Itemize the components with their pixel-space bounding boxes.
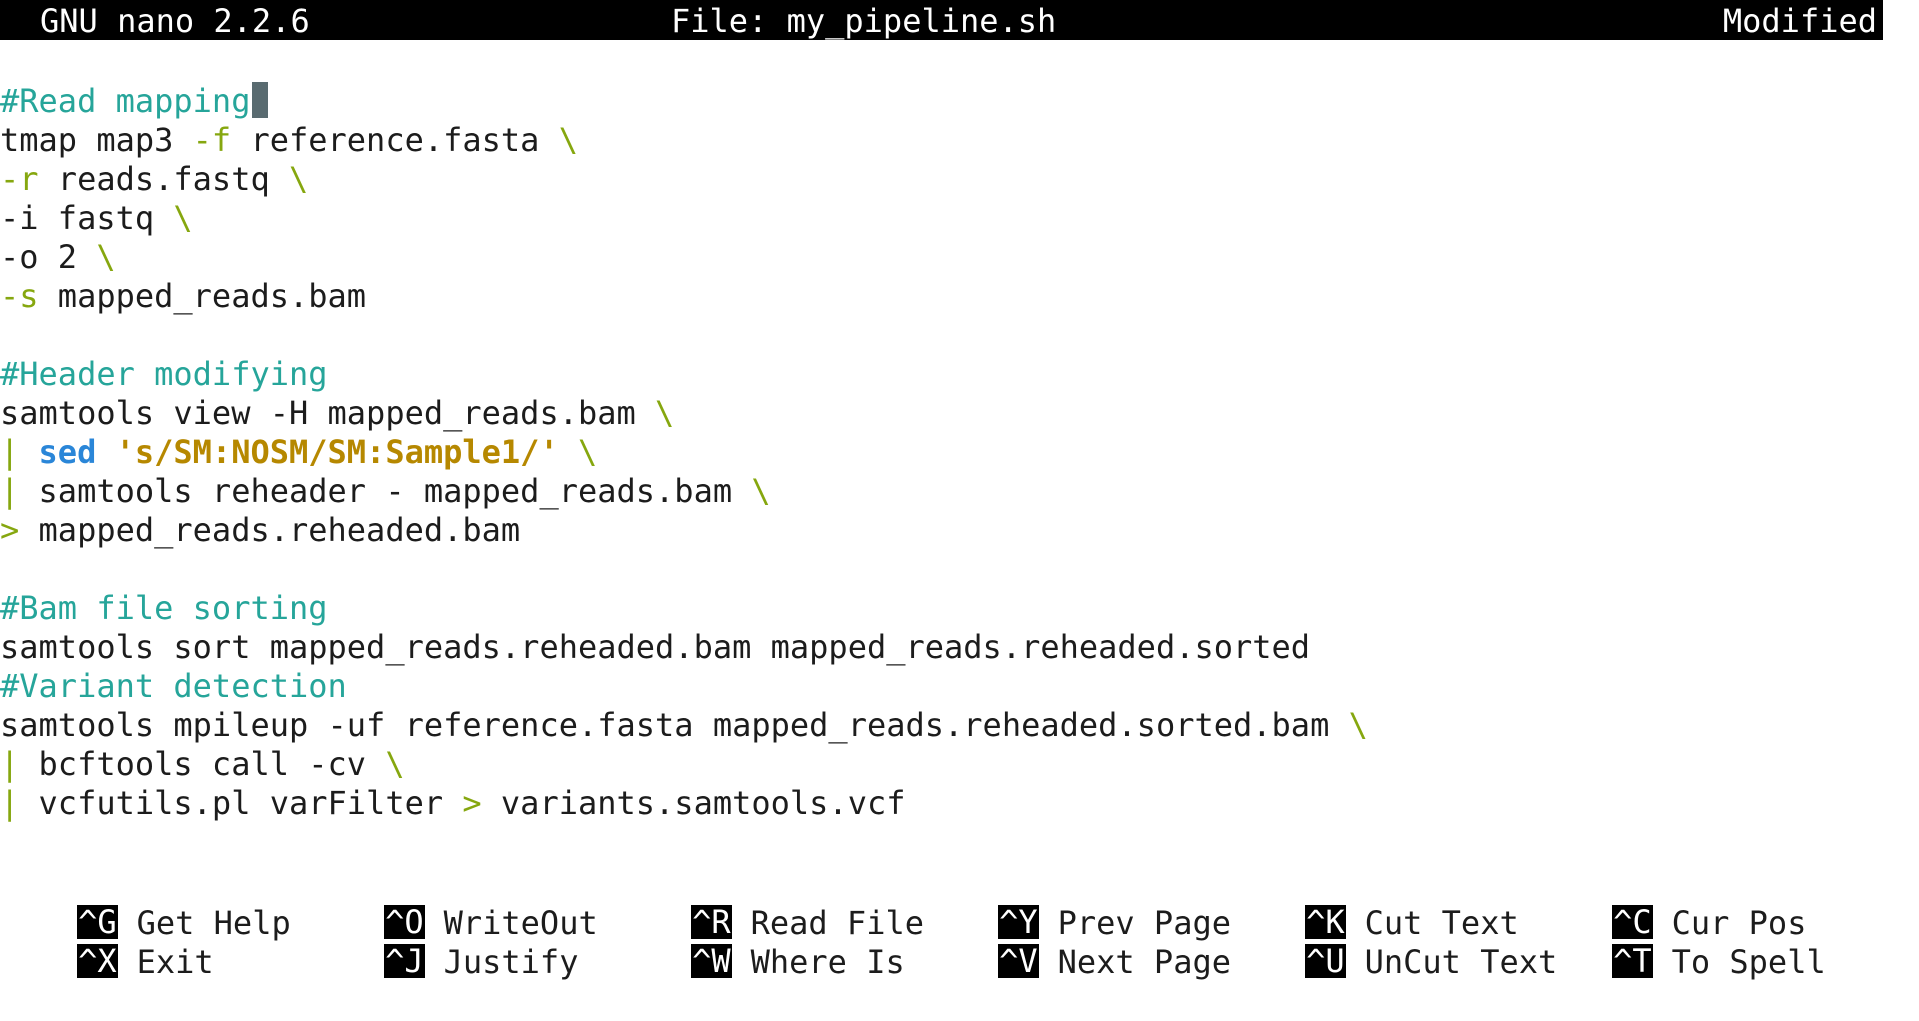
shortcut-key: ^J [384,942,425,980]
shortcut-cur-pos[interactable]: ^C Cur Pos [1535,865,1806,942]
code-line[interactable]: -r reads.fastq \ [0,160,308,199]
code-line[interactable]: #Variant detection [0,667,347,706]
code-token: reads.fastq [38,160,289,198]
code-token: -f [192,121,232,159]
code-token: #Header modifying [0,355,328,393]
code-line[interactable]: #Bam file sorting [0,589,328,628]
code-line[interactable]: -s mapped_reads.bam [0,277,366,316]
code-token: variants.samtools.vcf [481,784,906,822]
shortcut-justify[interactable]: ^J Justify [307,904,578,981]
code-token: \ [288,160,309,198]
code-line[interactable]: > mapped_reads.reheaded.bam [0,511,520,550]
code-token: mapped_reads.bam [38,277,367,315]
shortcut-prev-page[interactable]: ^Y Prev Page [921,865,1231,942]
code-token: samtools sort mapped_reads.reheaded.bam … [0,628,1311,666]
code-token: 's/SM:NOSM/SM:Sample1/' [115,433,559,471]
shortcut-uncut-text[interactable]: ^U UnCut Text [1228,904,1557,981]
code-token: -s [0,277,39,315]
code-line[interactable]: samtools sort mapped_reads.reheaded.bam … [0,628,1310,667]
shortcut-key: ^X [77,942,118,980]
code-token: bcftools call -cv [19,745,386,783]
shortcut-key: ^T [1612,942,1653,980]
code-token: #Read mapping [0,82,251,120]
shortcut-exit[interactable]: ^X Exit [0,904,214,981]
code-token: -i fastq [0,199,174,237]
code-line[interactable]: -i fastq \ [0,199,193,238]
code-token: | [0,472,20,510]
code-line[interactable]: | samtools reheader - mapped_reads.bam \ [0,472,771,511]
shortcut-cut-text[interactable]: ^K Cut Text [1228,865,1519,942]
code-line[interactable]: | bcftools call -cv \ [0,745,405,784]
shortcut-writeout[interactable]: ^O WriteOut [307,865,598,942]
code-token: > [462,784,482,822]
shortcut-where-is[interactable]: ^W Where Is [614,904,905,981]
code-token: \ [577,433,598,471]
code-token: \ [1348,706,1368,744]
code-token: vcfutils.pl varFilter [19,784,463,822]
title-bar: GNU nano 2.2.6 File: my_pipeline.sh Modi… [0,0,1883,40]
text-cursor [252,82,269,118]
shortcut-label: UnCut Text [1364,943,1558,981]
code-line[interactable]: #Read mapping [0,82,269,121]
shortcut-label: Where Is [750,943,905,981]
code-token: sed [38,433,97,471]
code-token: reference.fasta [231,121,559,159]
code-line[interactable]: -o 2 \ [0,238,116,277]
code-token: \ [173,199,193,237]
modified-status: Modified [1722,2,1877,40]
code-line[interactable]: #Header modifying [0,355,328,394]
code-token: -r [0,160,39,198]
code-token: #Variant detection [0,667,347,705]
code-token: samtools view -H mapped_reads.bam [0,394,656,432]
shortcut-label: To Spell [1671,943,1826,981]
code-line[interactable]: tmap map3 -f reference.fasta \ [0,121,578,160]
file-name: File: my_pipeline.sh [671,2,1057,40]
code-token: mapped_reads.reheaded.bam [19,511,521,549]
shortcut-label: Justify [443,943,579,981]
code-line[interactable]: | sed 's/SM:NOSM/SM:Sample1/' \ [0,433,597,472]
code-token: samtools mpileup -uf reference.fasta map… [0,706,1349,744]
code-line[interactable]: samtools view -H mapped_reads.bam \ [0,394,674,433]
shortcut-label: Next Page [1057,943,1231,981]
code-token: > [0,511,20,549]
shortcut-label: Exit [136,943,214,981]
shortcut-bar: ^G Get Help ^O WriteOut ^R Read File ^Y Prev… [0,865,1919,981]
shortcut-to-spell[interactable]: ^T To Spell [1535,904,1826,981]
code-token: | [0,745,20,783]
code-token: | [0,784,20,822]
code-token: \ [751,472,771,510]
code-line[interactable]: samtools mpileup -uf reference.fasta map… [0,706,1368,745]
code-token: \ [655,394,675,432]
code-token: \ [385,745,405,783]
shortcut-next-page[interactable]: ^V Next Page [921,904,1231,981]
shortcut-read-file[interactable]: ^R Read File [614,865,924,942]
code-token: \ [558,121,578,159]
code-token: | [0,433,20,471]
code-token: samtools reheader - mapped_reads.bam [19,472,752,510]
code-token: \ [96,238,116,276]
shortcut-key: ^U [1305,942,1346,980]
code-token: #Bam file sorting [0,589,328,627]
code-line[interactable]: | vcfutils.pl varFilter > variants.samto… [0,784,905,823]
shortcut-get-help[interactable]: ^G Get Help [0,865,291,942]
app-version: GNU nano 2.2.6 [40,2,310,40]
shortcut-key: ^W [691,942,732,980]
code-token: -o 2 [0,238,97,276]
code-token: tmap map3 [0,121,193,159]
shortcut-key: ^V [998,942,1039,980]
